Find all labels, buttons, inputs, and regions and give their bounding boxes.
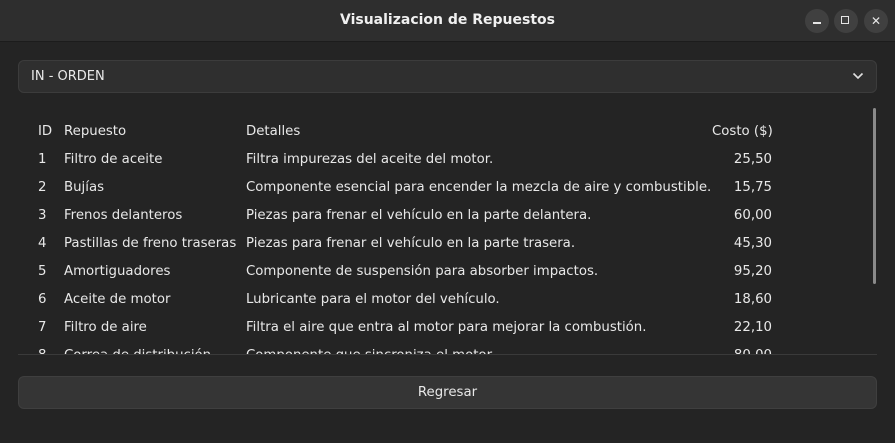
parts-table: ID Repuesto Detalles Costo ($) 1 Filtro … [18,108,877,354]
cell-costo: 22,10 [733,320,772,335]
table-row[interactable]: 8 Correa de distribución Componente que … [18,342,868,354]
cell-repuesto: Amortiguadores [64,264,171,279]
cell-repuesto: Pastillas de freno traseras [64,236,237,251]
back-button[interactable]: Regresar [18,376,877,409]
minimize-button[interactable] [805,9,829,33]
cell-costo: 15,75 [733,180,772,195]
header-repuesto[interactable]: Repuesto [64,118,126,146]
header-detalles[interactable]: Detalles [246,118,300,146]
cell-costo: 80,00 [698,342,772,354]
cell-costo: 18,60 [733,292,772,307]
cell-detalles: Piezas para frenar el vehículo en la par… [246,236,576,251]
cell-id: 8 [38,342,46,354]
table-row[interactable]: 6 Aceite de motor Lubricante para el mot… [18,286,868,314]
maximize-button[interactable] [834,9,858,33]
table-row[interactable]: 3 Frenos delanteros Piezas para frenar e… [18,202,868,230]
cell-detalles: Componente que sincroniza el motor. [246,342,495,354]
order-dropdown-value: IN - ORDEN [31,69,105,84]
window-title: Visualizacion de Repuestos [339,12,555,28]
cell-detalles: Filtra el aire que entra al motor para m… [246,320,647,335]
table-row[interactable]: 5 Amortiguadores Componente de suspensió… [18,258,868,286]
cell-repuesto: Frenos delanteros [64,208,183,223]
table-row[interactable]: 7 Filtro de aire Filtra el aire que entr… [18,314,868,342]
cell-detalles: Componente de suspensión para absorber i… [246,264,599,279]
cell-id: 5 [38,264,47,279]
cell-costo: 95,20 [733,264,772,279]
cell-id: 3 [38,208,47,223]
cell-detalles: Piezas para frenar el vehículo en la par… [246,208,592,223]
cell-id: 6 [38,292,47,307]
table-scrollbar[interactable] [873,108,876,284]
table-header-row: ID Repuesto Detalles Costo ($) [18,118,868,146]
cell-repuesto: Bujías [64,180,105,195]
cell-repuesto: Aceite de motor [64,292,171,307]
cell-id: 2 [38,180,47,195]
cell-repuesto: Correa de distribución [64,342,211,354]
close-button[interactable]: ✕ [864,9,888,33]
cell-costo: 60,00 [733,208,772,223]
cell-costo: 25,50 [733,152,772,167]
cell-id: 1 [38,152,47,167]
cell-detalles: Lubricante para el motor del vehículo. [246,292,500,307]
cell-id: 4 [38,236,47,251]
cell-detalles: Componente esencial para encender la mez… [246,180,712,195]
header-costo[interactable]: Costo ($) [712,118,773,146]
cell-detalles: Filtra impurezas del aceite del motor. [246,152,494,167]
minimize-icon [813,22,821,24]
title-bar: Visualizacion de Repuestos ✕ [0,0,895,42]
header-id[interactable]: ID [38,118,52,146]
cell-costo: 45,30 [733,236,772,251]
cell-repuesto: Filtro de aceite [64,152,163,167]
table-row[interactable]: 1 Filtro de aceite Filtra impurezas del … [18,146,868,174]
divider [18,354,877,355]
table-row[interactable]: 4 Pastillas de freno traseras Piezas par… [18,230,868,258]
cell-repuesto: Filtro de aire [64,320,147,335]
chevron-down-icon [852,72,864,80]
table-row[interactable]: 2 Bujías Componente esencial para encend… [18,174,868,202]
cell-id: 7 [38,320,47,335]
maximize-icon [841,16,849,24]
close-icon: ✕ [870,14,882,28]
order-dropdown[interactable]: IN - ORDEN [18,60,877,93]
